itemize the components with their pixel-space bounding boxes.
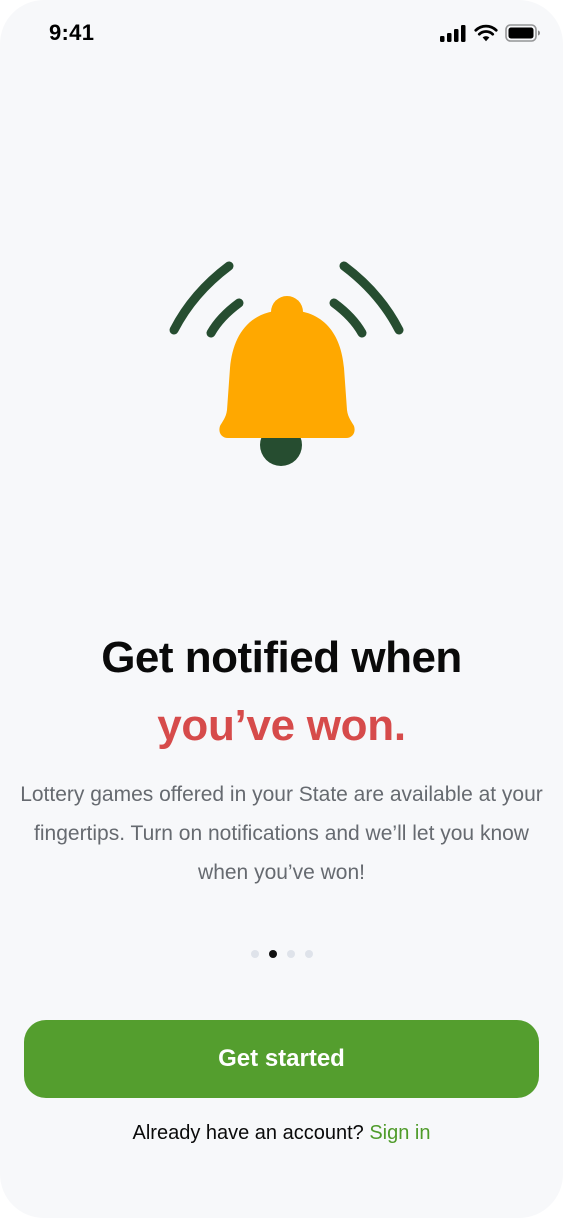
wifi-icon bbox=[474, 24, 498, 42]
page-dot-1[interactable] bbox=[250, 950, 259, 958]
status-icons bbox=[440, 24, 541, 42]
status-bar: 9:41 bbox=[0, 0, 563, 70]
sound-wave-left-inner bbox=[206, 298, 244, 338]
sign-in-link[interactable]: Sign in bbox=[369, 1122, 430, 1144]
page-dot-2-active[interactable] bbox=[268, 950, 277, 958]
ringing-bell-icon bbox=[169, 261, 404, 466]
cellular-signal-icon bbox=[440, 24, 467, 42]
sound-wave-right-inner bbox=[329, 298, 367, 338]
headline-line-1: Get notified when bbox=[101, 633, 462, 682]
page-indicator bbox=[0, 950, 563, 958]
signin-prompt: Already have an account? bbox=[132, 1122, 370, 1144]
get-started-button[interactable]: Get started bbox=[24, 1020, 539, 1098]
description-text: Lottery games offered in your State are … bbox=[20, 783, 543, 884]
illustration bbox=[110, 200, 453, 520]
page-dot-4[interactable] bbox=[304, 950, 313, 958]
battery-icon bbox=[505, 24, 541, 42]
bell-body bbox=[219, 310, 355, 438]
page-dot-3[interactable] bbox=[286, 950, 295, 958]
status-time: 9:41 bbox=[49, 20, 95, 45]
onboarding-screen: 9:41 Get notified when you’ve won. Lotte… bbox=[0, 0, 563, 1218]
headline-line-2-accent: you’ve won. bbox=[157, 701, 406, 750]
signin-row: Already have an account? Sign in bbox=[0, 1122, 563, 1145]
